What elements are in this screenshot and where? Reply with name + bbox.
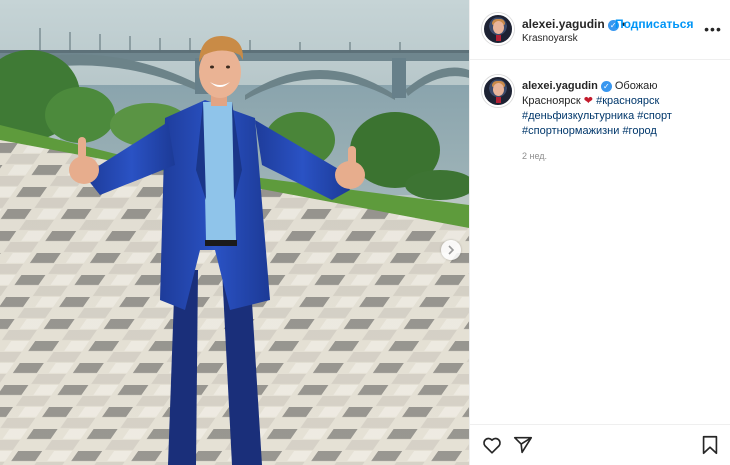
post-actions-bar [470,424,730,465]
post-photo[interactable] [0,0,469,465]
hashtag-link[interactable]: #красноярск [596,95,659,107]
instagram-post: alexei.yagudin ✓ • Подписаться Krasnoyarsk… [0,0,730,465]
post-side-panel: alexei.yagudin ✓ • Подписаться Krasnoyarsk… [469,0,730,465]
hashtag-link[interactable]: #город [622,125,656,137]
more-options-button[interactable]: ••• [704,20,722,38]
verified-badge-icon: ✓ [600,81,612,92]
bookmark-icon[interactable] [699,434,721,456]
paper-plane-icon[interactable] [512,434,534,456]
chevron-right-icon [448,245,455,255]
follow-button[interactable]: Подписаться [615,17,693,31]
avatar[interactable] [482,13,514,45]
hashtag-link[interactable]: #спортнормажизни [522,125,619,137]
header-username[interactable]: alexei.yagudin [522,17,605,31]
heart-emoji: ❤ [583,95,594,107]
caption-text-line2: Красноярск [522,95,581,107]
photo-scene [0,0,469,465]
header-username-row: alexei.yagudin ✓ • [522,17,629,31]
post-header: alexei.yagudin ✓ • Подписаться Krasnoyarsk… [470,0,730,60]
caption-avatar[interactable] [482,75,514,107]
heart-icon[interactable] [481,434,503,456]
post-timestamp[interactable]: 2 нед. [522,151,547,161]
caption-text-line1: Обожаю [614,80,658,92]
location-link[interactable]: Krasnoyarsk [522,33,578,44]
more-icon: ••• [704,21,722,37]
next-photo-button[interactable] [441,240,461,260]
hashtag-link[interactable]: #деньфизкультурника [522,110,634,122]
caption-username[interactable]: alexei.yagudin [522,80,598,92]
post-caption: alexei.yagudin ✓ Обожаю Красноярск ❤ #кра… [522,79,722,139]
hashtag-link[interactable]: #спорт [637,110,672,122]
